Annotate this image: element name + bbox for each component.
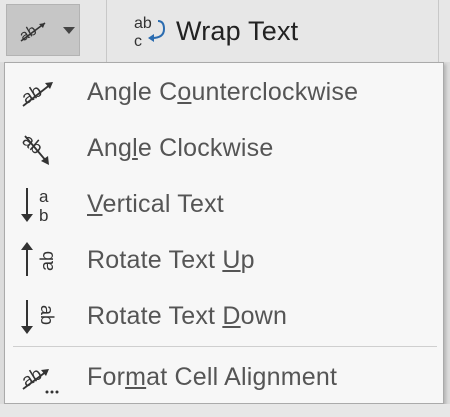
sheet-background: [0, 404, 450, 417]
menu-item-format-cell-alignment[interactable]: ab Format Cell Alignment: [5, 350, 443, 404]
menu-item-label: Angle Counterclockwise: [87, 78, 359, 106]
menu-item-label: Vertical Text: [87, 190, 224, 218]
wrap-text-icon: ab c: [134, 15, 166, 50]
menu-item-label: Format Cell Alignment: [87, 363, 338, 391]
svg-text:ab: ab: [18, 80, 46, 108]
rotate-text-up-icon: ab: [21, 242, 57, 276]
menu-item-label: Angle Clockwise: [87, 134, 274, 162]
format-cell-alignment-icon: ab: [18, 363, 59, 394]
svg-text:ab: ab: [37, 305, 57, 325]
wrap-text-button[interactable]: ab c Wrap Text: [128, 6, 298, 56]
ribbon-divider: [438, 0, 439, 62]
ribbon-alignment-group: ab ab c Wrap Text: [0, 0, 450, 62]
vertical-text-icon: a b: [21, 187, 49, 224]
menu-item-vertical-text[interactable]: a b Vertical Text: [5, 177, 443, 231]
menu-item-angle-counterclockwise[interactable]: ab Angle Counterclockwise: [5, 65, 443, 119]
menu-item-rotate-text-down[interactable]: ab Rotate Text Down: [5, 289, 443, 343]
svg-text:ab: ab: [134, 15, 152, 32]
menu-item-angle-clockwise[interactable]: ab Angle Clockwise: [5, 121, 443, 175]
menu-divider: [13, 346, 437, 347]
angle-counterclockwise-icon: ab: [17, 22, 46, 43]
menu-item-label: Rotate Text Down: [87, 302, 288, 330]
wrap-text-label: Wrap Text: [176, 15, 299, 46]
svg-text:ab: ab: [17, 22, 40, 43]
svg-text:ab: ab: [37, 251, 57, 271]
svg-text:c: c: [134, 33, 142, 50]
chevron-down-icon: [63, 27, 75, 34]
menu-item-label: Rotate Text Up: [87, 246, 255, 274]
menu-item-rotate-text-up[interactable]: ab Rotate Text Up: [5, 233, 443, 287]
svg-text:b: b: [39, 206, 48, 224]
orientation-dropdown-button[interactable]: ab: [6, 4, 80, 56]
rotate-text-down-icon: ab: [21, 300, 57, 334]
svg-text:a: a: [39, 187, 49, 206]
ribbon-divider: [106, 0, 107, 62]
svg-text:ab: ab: [18, 363, 46, 391]
orientation-menu: ab Angle Counterclockwise ab Angle Clock…: [4, 62, 444, 404]
angle-counterclockwise-icon: ab: [18, 80, 53, 108]
angle-clockwise-icon: ab: [19, 130, 49, 165]
